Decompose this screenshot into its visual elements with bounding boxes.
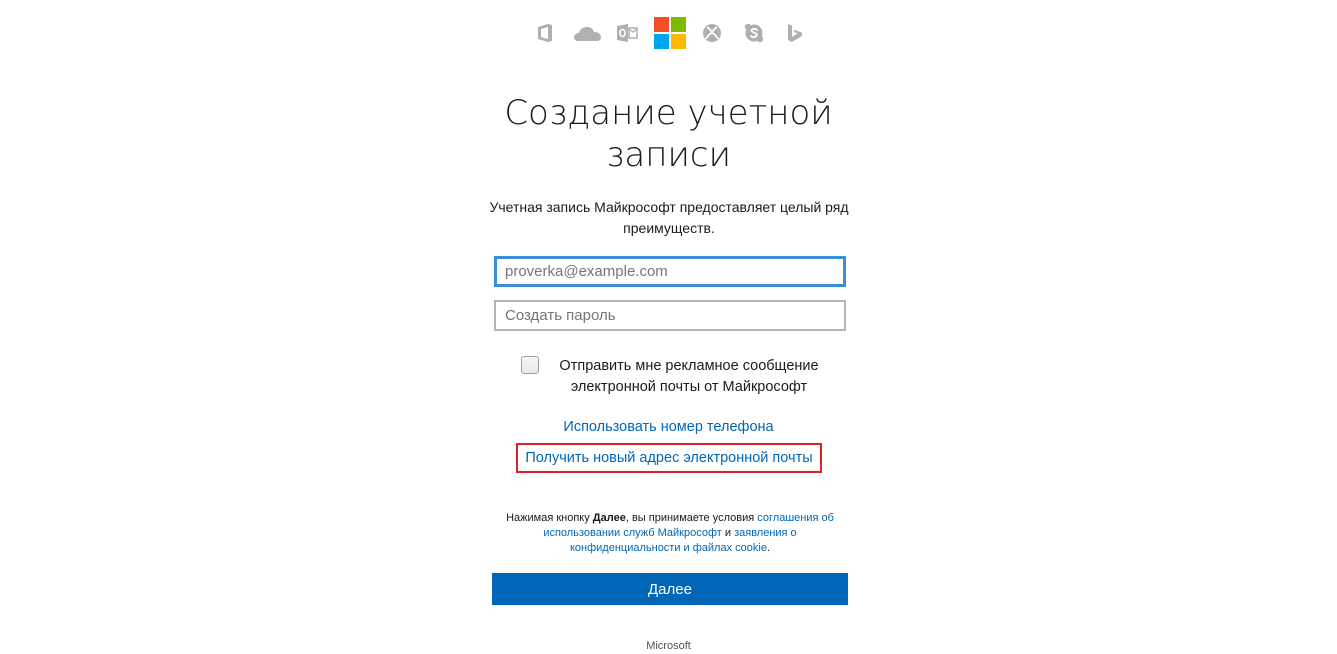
terms-middle: , вы принимаете условия — [625, 512, 758, 524]
terms-and: и — [721, 527, 735, 539]
skype-icon — [744, 16, 764, 50]
next-button[interactable]: Далее — [492, 573, 848, 605]
new-email-link[interactable]: Получить новый адрес электронной почты — [525, 450, 812, 466]
new-email-highlight: Получить новый адрес электронной почты — [516, 443, 822, 473]
use-phone-link[interactable]: Использовать номер телефона — [563, 419, 773, 435]
terms-prefix: Нажимая кнопку — [506, 512, 593, 524]
terms-text: Нажимая кнопку Далее, вы принимаете усло… — [494, 511, 846, 556]
promo-checkbox-label[interactable]: Отправить мне рекламное сообщение электр… — [549, 356, 829, 398]
office-icon — [535, 16, 555, 50]
onedrive-icon — [572, 16, 602, 50]
page-title: Создание учетной записи — [0, 92, 1337, 176]
signup-page: Создание учетной записи Учетная запись М… — [0, 0, 1337, 654]
promo-checkbox[interactable] — [521, 356, 539, 374]
xbox-icon — [702, 16, 722, 50]
page-title-line-2: записи — [606, 135, 731, 175]
email-input[interactable] — [494, 256, 846, 287]
bing-icon — [786, 16, 804, 50]
terms-suffix: . — [766, 542, 771, 554]
microsoft-logo-icon — [654, 16, 686, 50]
use-phone-link-container: Использовать номер телефона — [0, 417, 1337, 437]
app-icons-bar — [0, 16, 1337, 50]
footer-brand: Microsoft — [646, 640, 691, 652]
outlook-icon — [616, 16, 638, 50]
terms-bold: Далее — [592, 512, 626, 524]
page-subtitle: Учетная запись Майкрософт предоставляет … — [489, 199, 849, 236]
password-input[interactable] — [494, 300, 846, 331]
page-title-line-1: Создание учетной — [504, 93, 833, 133]
